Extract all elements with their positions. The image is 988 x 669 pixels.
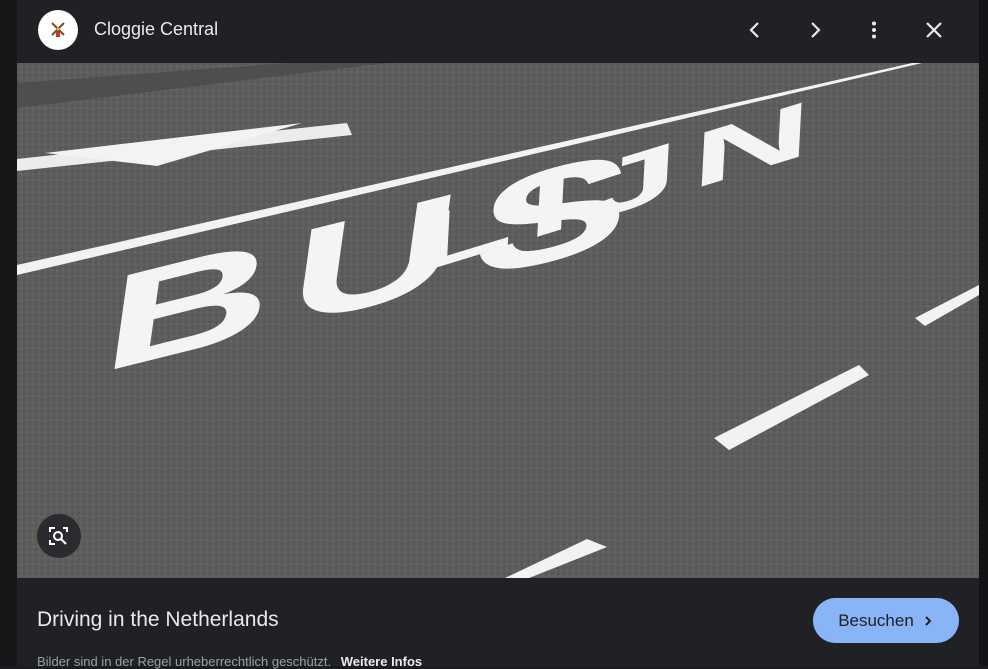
road-photo: LIJN BUS [17,63,979,578]
windmill-icon [51,22,65,37]
more-info-link[interactable]: Weitere Infos [341,654,422,669]
chevron-right-icon [811,22,821,38]
more-vert-icon [872,21,876,39]
previous-button[interactable] [737,12,773,48]
left-gutter [0,0,17,666]
copyright-note: Bilder sind in der Regel urheberrechtlic… [37,654,422,669]
chevron-left-icon [749,22,759,38]
site-name[interactable]: Cloggie Central [94,19,218,40]
next-button[interactable] [797,12,833,48]
panel-header: Cloggie Central [17,0,979,63]
lens-search-button[interactable] [37,514,81,558]
chevron-right-icon [925,615,932,626]
image-preview-panel: Cloggie Central LIJN BUS Driving in the … [17,0,979,669]
visit-button-label: Besuchen [838,610,914,630]
right-scrollbar-track[interactable] [979,0,988,666]
site-logo[interactable] [38,10,78,50]
preview-image[interactable]: LIJN BUS [17,63,979,578]
image-title[interactable]: Driving in the Netherlands [37,608,279,632]
copyright-text: Bilder sind in der Regel urheberrechtlic… [37,654,332,669]
visit-button[interactable]: Besuchen [813,598,959,643]
lens-search-icon [49,527,68,545]
more-options-button[interactable] [856,12,892,48]
close-button[interactable] [916,12,952,48]
close-icon [926,22,942,38]
